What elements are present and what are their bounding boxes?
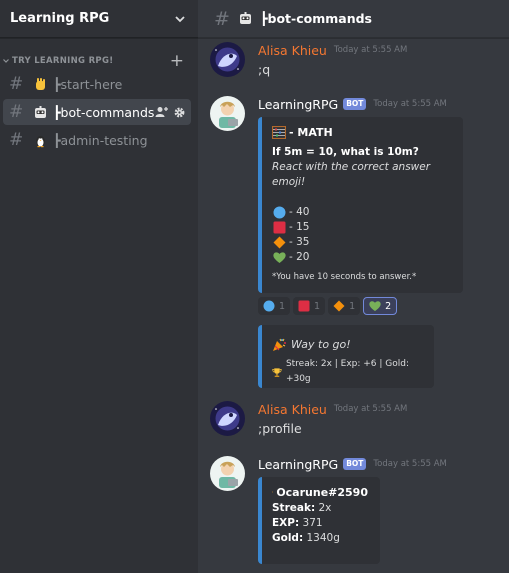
bot-tag: BOT: [343, 98, 367, 110]
option-text: - 20: [289, 251, 310, 263]
blue-circle-icon: [272, 206, 286, 220]
server-header[interactable]: Learning RPG: [0, 0, 198, 38]
timestamp: Today at 5:55 AM: [373, 99, 447, 109]
server-name: Learning RPG: [10, 11, 110, 26]
reaction-count: 1: [279, 300, 286, 312]
channel-name: ┣bot-commands: [53, 104, 155, 120]
category-chevron-icon: [3, 59, 9, 63]
reaction[interactable]: 1: [293, 297, 326, 315]
answer-option: - 20: [272, 250, 451, 265]
profile-username: Ocarune#2590: [276, 485, 368, 499]
option-text: - 40: [289, 206, 310, 218]
red-square-icon: [298, 300, 310, 312]
blue-circle-icon: [263, 300, 275, 312]
field-value: 2x: [318, 502, 332, 514]
gear-icon[interactable]: [174, 107, 185, 118]
reaction-count: 1: [314, 300, 321, 312]
hash-icon: #: [214, 7, 230, 30]
reaction[interactable]: 1: [328, 297, 361, 315]
message: LearningRPG BOT Today at 5:55 AM Ocarune…: [210, 456, 447, 564]
sun-icon: [272, 491, 274, 493]
message-text: ;q: [258, 62, 271, 77]
red-square-icon: [272, 221, 286, 235]
channel-title: ┣bot-commands: [260, 11, 372, 26]
answer-option: - 40: [272, 205, 451, 220]
option-text: - 35: [289, 236, 310, 248]
option-text: - 15: [289, 221, 310, 233]
answer-option: - 15: [272, 220, 451, 235]
field-value: 1340g: [306, 532, 340, 544]
penguin-icon: [32, 133, 48, 148]
party-popper-icon: [273, 338, 286, 351]
author-name[interactable]: LearningRPG: [258, 97, 338, 112]
embed-title: - MATH: [272, 126, 451, 139]
author-name[interactable]: LearningRPG: [258, 457, 338, 472]
avatar[interactable]: [210, 456, 245, 491]
field-label: EXP:: [272, 517, 300, 529]
abacus-icon: [272, 126, 286, 139]
message: LearningRPG BOT Today at 5:55 AM - MATH …: [210, 96, 463, 388]
channel-header: # ┣bot-commands: [198, 0, 509, 38]
bot-tag: BOT: [343, 458, 367, 470]
profile-streak: Streak: 2x: [272, 501, 368, 516]
channel-category[interactable]: TRY LEARNING RPG! +: [0, 53, 198, 70]
hash-icon: #: [9, 74, 24, 94]
chat-area: # ┣bot-commands Alisa Khieu Today at 5:5…: [198, 0, 509, 573]
reaction[interactable]: 2: [363, 297, 398, 315]
add-member-icon[interactable]: [155, 106, 168, 118]
question-text: If 5m = 10, what is 10m?: [272, 146, 419, 158]
reaction-count: 2: [385, 300, 392, 312]
hash-icon: #: [9, 102, 24, 122]
channel-name: ┣admin-testing: [53, 132, 148, 148]
result-title-text: Way to go!: [291, 338, 351, 351]
chevron-down-icon[interactable]: [174, 13, 186, 25]
waving-hand-icon: [32, 77, 48, 92]
green-heart-icon: [272, 251, 286, 265]
green-heart-icon: [369, 301, 381, 312]
trophy-icon: [272, 367, 282, 377]
timestamp: Today at 5:55 AM: [333, 45, 408, 55]
result-stats-text: Streak: 2x | Exp: +6 | Gold: +30g: [285, 359, 410, 384]
orange-diamond-icon: [272, 236, 286, 250]
message: Alisa Khieu Today at 5:55 AM ;profile: [210, 401, 407, 436]
quiz-embed: - MATH If 5m = 10, what is 10m? React wi…: [258, 117, 463, 293]
channel-sidebar: Learning RPG TRY LEARNING RPG! + # ┣star…: [0, 0, 198, 573]
hash-icon: #: [9, 130, 24, 150]
robot-face-icon: [32, 105, 48, 120]
channel-bot-commands[interactable]: # ┣bot-commands: [3, 99, 191, 125]
reaction-count: 1: [349, 300, 356, 312]
channel-start-here[interactable]: # ┣start-here: [3, 71, 191, 97]
result-embed: Way to go! Streak: 2x | Exp: +6 | Gold: …: [258, 325, 434, 388]
orange-diamond-icon: [333, 300, 345, 312]
profile-embed: Ocarune#2590 Streak: 2x EXP: 371 Gold: 1…: [258, 477, 380, 564]
embed-title-text: - MATH: [289, 126, 333, 139]
result-stats: Streak: 2x | Exp: +6 | Gold: +30g: [272, 357, 422, 387]
avatar[interactable]: [210, 96, 245, 131]
author-name[interactable]: Alisa Khieu: [258, 43, 327, 58]
reaction[interactable]: 1: [258, 297, 291, 315]
instruction-text: React with the correct answer emoji!: [272, 161, 431, 188]
avatar[interactable]: [210, 42, 245, 77]
profile-gold: Gold: 1340g: [272, 531, 368, 546]
create-channel-plus-icon[interactable]: +: [170, 53, 184, 70]
profile-title: Ocarune#2590: [272, 485, 368, 499]
profile-exp: EXP: 371: [272, 516, 368, 531]
timestamp: Today at 5:55 AM: [373, 459, 447, 469]
field-label: Streak:: [272, 502, 316, 514]
reactions-row: 1 1 1 2: [258, 297, 463, 315]
message-text: ;profile: [258, 421, 302, 436]
field-value: 371: [302, 517, 323, 529]
category-label: TRY LEARNING RPG!: [12, 56, 114, 66]
author-name[interactable]: Alisa Khieu: [258, 402, 327, 417]
answer-option: - 35: [272, 235, 451, 250]
field-label: Gold:: [272, 532, 304, 544]
avatar[interactable]: [210, 401, 245, 436]
embed-note: *You have 10 seconds to answer.*: [272, 272, 417, 282]
message: Alisa Khieu Today at 5:55 AM ;q: [210, 42, 407, 77]
robot-face-icon: [237, 11, 253, 26]
channel-admin-testing[interactable]: # ┣admin-testing: [3, 127, 191, 153]
timestamp: Today at 5:55 AM: [333, 404, 408, 414]
result-title: Way to go!: [272, 337, 422, 352]
channel-name: ┣start-here: [53, 76, 123, 92]
